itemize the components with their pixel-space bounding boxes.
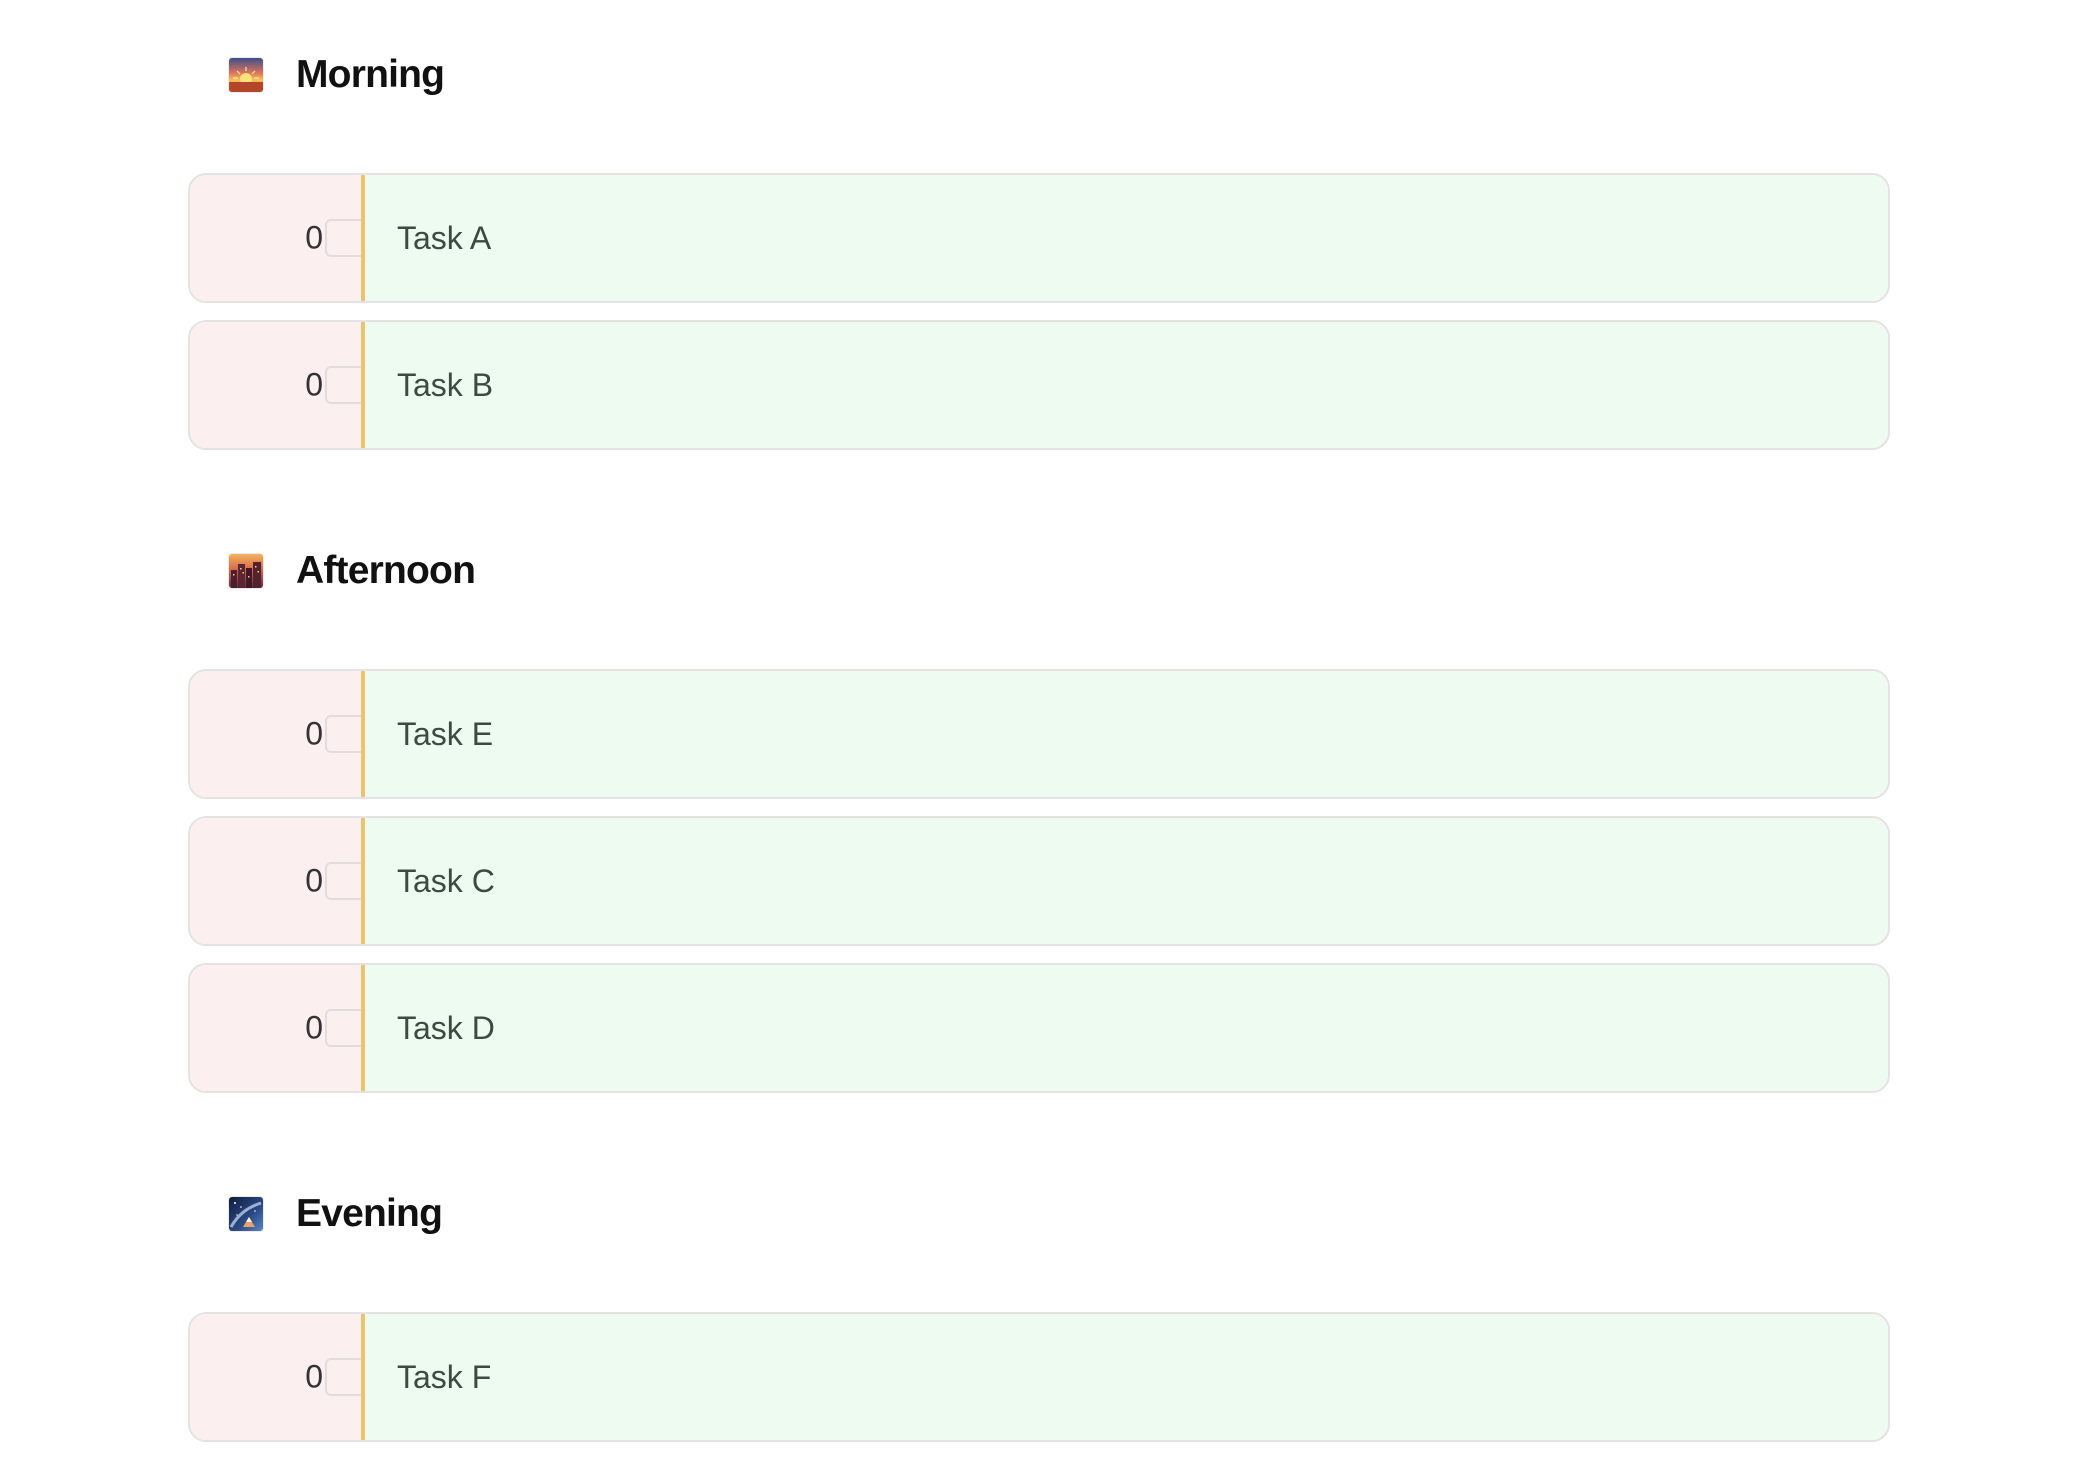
- task-body[interactable]: Task A: [365, 175, 1888, 301]
- task-count: 0: [305, 862, 323, 899]
- section-evening: Evening 0 Task F: [188, 1139, 1890, 1442]
- task-count-cell: 0: [190, 965, 361, 1091]
- section-title: Evening: [296, 1192, 443, 1235]
- section-morning: Morning 0 Task A 0 Task B: [188, 0, 1890, 450]
- cityscape-dusk-icon: [229, 554, 263, 588]
- task-count-cell: 0: [190, 671, 361, 797]
- task-count-cell: 0: [190, 175, 361, 301]
- section-afternoon: Afternoon 0 Task E 0 Task C 0 Task D: [188, 496, 1890, 1093]
- section-title: Afternoon: [296, 549, 476, 592]
- task-count: 0: [305, 715, 323, 752]
- task-checkbox[interactable]: [325, 1009, 361, 1047]
- task-body[interactable]: Task D: [365, 965, 1888, 1091]
- section-header: Evening: [188, 1139, 1890, 1289]
- task-row[interactable]: 0 Task E: [188, 669, 1890, 799]
- task-checkbox[interactable]: [325, 862, 361, 900]
- task-list: 0 Task A 0 Task B: [188, 173, 1890, 450]
- sunrise-icon: [229, 58, 263, 92]
- task-row[interactable]: 0 Task A: [188, 173, 1890, 303]
- task-checkbox[interactable]: [325, 1358, 361, 1396]
- task-label: Task A: [397, 219, 492, 256]
- task-checkbox[interactable]: [325, 219, 361, 257]
- task-row[interactable]: 0 Task B: [188, 320, 1890, 450]
- task-count: 0: [305, 1009, 323, 1046]
- task-row[interactable]: 0 Task F: [188, 1312, 1890, 1442]
- task-count: 0: [305, 219, 323, 256]
- task-count-cell: 0: [190, 818, 361, 944]
- task-row[interactable]: 0 Task C: [188, 816, 1890, 946]
- task-label: Task D: [397, 1009, 495, 1046]
- task-body[interactable]: Task B: [365, 322, 1888, 448]
- task-row[interactable]: 0 Task D: [188, 963, 1890, 1093]
- task-count: 0: [305, 1358, 323, 1395]
- task-label: Task C: [397, 862, 495, 899]
- section-header: Morning: [188, 0, 1890, 150]
- task-body[interactable]: Task E: [365, 671, 1888, 797]
- task-count-cell: 0: [190, 1314, 361, 1440]
- schedule-container: Morning 0 Task A 0 Task B Afternoon 0 Ta…: [188, 0, 1890, 1442]
- task-list: 0 Task E 0 Task C 0 Task D: [188, 669, 1890, 1093]
- task-label: Task F: [397, 1358, 492, 1395]
- task-body[interactable]: Task C: [365, 818, 1888, 944]
- night-stars-icon: [229, 1197, 263, 1231]
- section-header: Afternoon: [188, 496, 1890, 646]
- section-title: Morning: [296, 53, 445, 96]
- task-checkbox[interactable]: [325, 715, 361, 753]
- task-count-cell: 0: [190, 322, 361, 448]
- task-label: Task B: [397, 366, 494, 403]
- task-count: 0: [305, 366, 323, 403]
- task-checkbox[interactable]: [325, 366, 361, 404]
- task-label: Task E: [397, 715, 494, 752]
- task-body[interactable]: Task F: [365, 1314, 1888, 1440]
- task-list: 0 Task F: [188, 1312, 1890, 1442]
